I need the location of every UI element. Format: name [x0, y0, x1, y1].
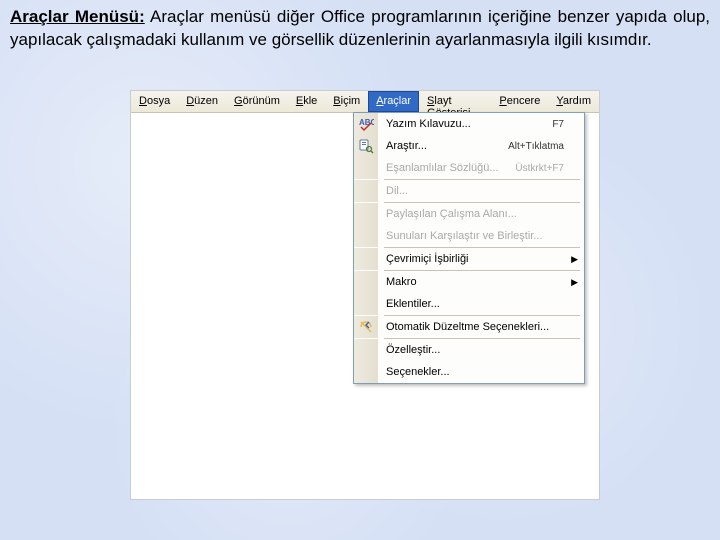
- menu-görünüm[interactable]: Görünüm: [226, 91, 288, 112]
- svg-text:ABC: ABC: [359, 118, 374, 127]
- menu-düzen[interactable]: Düzen: [178, 91, 226, 112]
- blank-icon: [354, 361, 378, 383]
- menu-item-label: Yazım Kılavuzu...: [378, 118, 552, 130]
- blank-icon: [354, 157, 378, 179]
- menu-dosya[interactable]: Dosya: [131, 91, 178, 112]
- menu-item-label: Özelleştir...: [378, 344, 584, 356]
- blank-icon: [354, 225, 378, 247]
- menu-item-dil: Dil...: [354, 180, 584, 202]
- menu-item-label: Eşanlamlılar Sözlüğü...: [378, 162, 515, 174]
- menu-slayt-gösterisi[interactable]: Slayt Gösterisi: [419, 91, 491, 112]
- menu-item-eklentiler[interactable]: Eklentiler...: [354, 293, 584, 315]
- menu-item-yazım-kılavuzu[interactable]: ABC Yazım Kılavuzu...F7: [354, 113, 584, 135]
- blank-icon: [354, 339, 378, 361]
- blank-icon: [354, 180, 378, 202]
- menubar: DosyaDüzenGörünümEkleBiçimAraçlarSlayt G…: [131, 91, 599, 113]
- menu-item-label: Paylaşılan Çalışma Alanı...: [378, 208, 584, 220]
- research-icon: [354, 135, 378, 157]
- autocorrect-icon: [354, 316, 378, 338]
- menu-pencere[interactable]: Pencere: [491, 91, 548, 112]
- menu-item-çevrimiçi-i-şbirliği[interactable]: Çevrimiçi İşbirliği▶: [354, 248, 584, 270]
- tools-dropdown: ABC Yazım Kılavuzu...F7 Araştır...Alt+Tıkl…: [353, 112, 585, 384]
- menu-item-eşanlamlılar-sözlüğü: Eşanlamlılar Sözlüğü...Üstkrkt+F7: [354, 157, 584, 179]
- submenu-arrow-icon: ▶: [571, 254, 578, 265]
- menu-ekle[interactable]: Ekle: [288, 91, 325, 112]
- menu-item-label: Makro: [378, 276, 584, 288]
- menu-item-label: Araştır...: [378, 140, 508, 152]
- blank-icon: [354, 293, 378, 315]
- menu-item-shortcut: Üstkrkt+F7: [515, 163, 584, 174]
- menu-item-label: Dil...: [378, 185, 584, 197]
- menu-item-label: Otomatik Düzeltme Seçenekleri...: [378, 321, 584, 333]
- submenu-arrow-icon: ▶: [571, 277, 578, 288]
- menu-item-label: Çevrimiçi İşbirliği: [378, 253, 584, 265]
- description-title: Araçlar Menüsü:: [10, 7, 145, 26]
- blank-icon: [354, 271, 378, 293]
- menu-item-label: Seçenekler...: [378, 366, 584, 378]
- blank-icon: [354, 203, 378, 225]
- menu-item-paylaşılan-çalışma-alanı: Paylaşılan Çalışma Alanı...: [354, 203, 584, 225]
- menu-item-shortcut: Alt+Tıklatma: [508, 141, 584, 152]
- menu-biçim[interactable]: Biçim: [325, 91, 368, 112]
- menu-araçlar[interactable]: Araçlar: [368, 91, 419, 112]
- menu-item-sunuları-karşılaştır-ve-birleştir: Sunuları Karşılaştır ve Birleştir...: [354, 225, 584, 247]
- spellcheck-icon: ABC: [354, 113, 378, 135]
- menu-item-araştır[interactable]: Araştır...Alt+Tıklatma: [354, 135, 584, 157]
- menu-item-özelleştir[interactable]: Özelleştir...: [354, 339, 584, 361]
- menu-yardım[interactable]: Yardım: [548, 91, 599, 112]
- menu-item-label: Eklentiler...: [378, 298, 584, 310]
- blank-icon: [354, 248, 378, 270]
- menu-item-otomatik-düzeltme-seçenekleri[interactable]: Otomatik Düzeltme Seçenekleri...: [354, 316, 584, 338]
- menu-item-makro[interactable]: Makro▶: [354, 271, 584, 293]
- menu-item-label: Sunuları Karşılaştır ve Birleştir...: [378, 230, 584, 242]
- menu-item-shortcut: F7: [552, 119, 584, 130]
- menu-item-seçenekler[interactable]: Seçenekler...: [354, 361, 584, 383]
- description-text: Araçlar Menüsü: Araçlar menüsü diğer Off…: [0, 0, 720, 60]
